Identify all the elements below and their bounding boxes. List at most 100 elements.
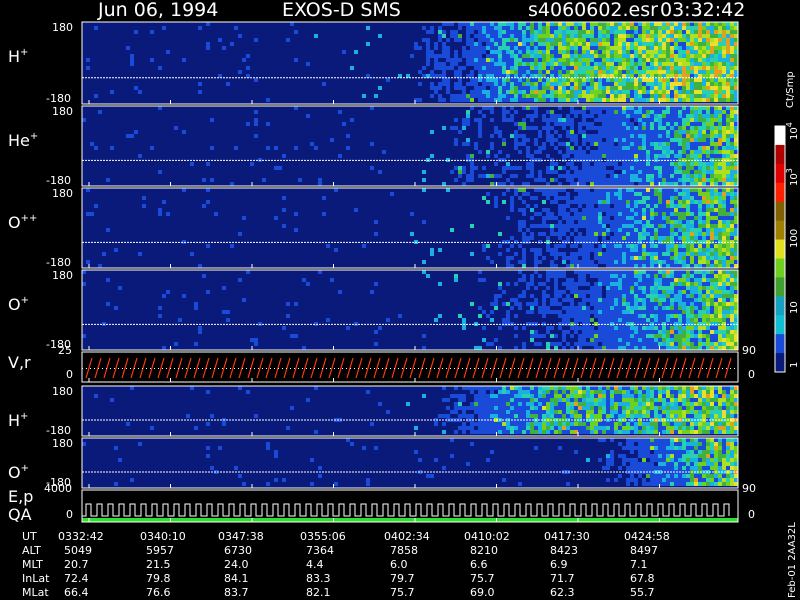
heatmap-cell [578, 34, 582, 38]
heatmap-cell [678, 142, 682, 146]
heatmap-cell [554, 270, 558, 274]
heatmap-cell [606, 208, 610, 212]
heatmap-cell [734, 98, 738, 102]
heatmap-cell [634, 220, 638, 224]
heatmap-cell [646, 342, 650, 346]
heatmap-cell [606, 82, 610, 86]
heatmap-cell [654, 38, 658, 42]
heatmap-cell [630, 38, 634, 42]
heatmap-cell [518, 70, 522, 74]
heatmap-cell [682, 274, 686, 278]
heatmap-cell [682, 282, 686, 286]
heatmap-cell [654, 306, 658, 310]
heatmap-cell [642, 278, 646, 282]
heatmap-cell [602, 118, 606, 122]
heatmap-cell [486, 94, 490, 98]
heatmap-cell [98, 264, 102, 268]
heatmap-cell [478, 54, 482, 58]
heatmap-cell [150, 30, 154, 34]
heatmap-cell [614, 314, 618, 318]
heatmap-cell [586, 94, 590, 98]
heatmap-cell [510, 82, 514, 86]
heatmap-cell [626, 302, 630, 306]
heatmap-cell [534, 62, 538, 66]
heatmap-cell [510, 22, 514, 26]
heatmap-cell [338, 154, 342, 158]
heatmap-cell [502, 402, 506, 406]
heatmap-cell [574, 30, 578, 34]
heatmap-cell [314, 430, 318, 434]
heatmap-cell [538, 170, 542, 174]
heatmap-cell [722, 274, 726, 278]
heatmap-cell [642, 34, 646, 38]
heatmap-cell [574, 26, 578, 30]
heatmap-cell [602, 26, 606, 30]
heatmap-cell [726, 178, 730, 182]
heatmap-cell [578, 178, 582, 182]
heatmap-cell [690, 232, 694, 236]
heatmap-cell [510, 430, 514, 434]
heatmap-cell [626, 298, 630, 302]
heatmap-cell [690, 70, 694, 74]
heatmap-cell [594, 346, 598, 350]
heatmap-cell [566, 122, 570, 126]
heatmap-cell [658, 290, 662, 294]
heatmap-cell [734, 228, 738, 232]
heatmap-cell [582, 314, 586, 318]
heatmap-cell [702, 318, 706, 322]
heatmap-cell [690, 110, 694, 114]
heatmap-cell [666, 86, 670, 90]
panel-4-rtick-top: 90 [742, 344, 756, 357]
heatmap-cell [654, 86, 658, 90]
heatmap-cell [530, 282, 534, 286]
heatmap-cell [530, 162, 534, 166]
heatmap-cell [662, 256, 666, 260]
heatmap-cell [594, 38, 598, 42]
heatmap-cell [614, 232, 618, 236]
heatmap-cell [606, 170, 610, 174]
heatmap-cell [658, 256, 662, 260]
heatmap-cell [618, 314, 622, 318]
heatmap-cell [546, 58, 550, 62]
heatmap-cell [94, 94, 98, 98]
heatmap-cell [622, 170, 626, 174]
heatmap-cell [522, 86, 526, 90]
heatmap-cell [686, 110, 690, 114]
heatmap-cell [582, 62, 586, 66]
heatmap-cell [550, 90, 554, 94]
heatmap-cell [498, 346, 502, 350]
heatmap-cell [578, 326, 582, 330]
heatmap-cell [642, 146, 646, 150]
heatmap-cell [622, 58, 626, 62]
heatmap-cell [722, 126, 726, 130]
heatmap-cell [630, 306, 634, 310]
heatmap-cell [662, 192, 666, 196]
heatmap-cell [566, 314, 570, 318]
panels: H+180-180He+180-180O++180-180O+180-180V,… [8, 21, 756, 524]
heatmap-cell [702, 38, 706, 42]
heatmap-cell [734, 70, 738, 74]
heatmap-cell [510, 114, 514, 118]
heatmap-cell [662, 270, 666, 274]
heatmap-cell [614, 126, 618, 130]
heatmap-cell [642, 290, 646, 294]
heatmap-cell [550, 94, 554, 98]
heatmap-cell [422, 220, 426, 224]
heatmap-cell [518, 398, 522, 402]
heatmap-cell [518, 50, 522, 54]
heatmap-cell [546, 326, 550, 330]
heatmap-cell [626, 182, 630, 186]
heatmap-cell [466, 94, 470, 98]
heatmap-cell [582, 298, 586, 302]
heatmap-cell [642, 248, 646, 252]
heatmap-cell [730, 224, 734, 228]
heatmap-cell [630, 142, 634, 146]
heatmap-cell [654, 342, 658, 346]
heatmap-cell [490, 318, 494, 322]
heatmap-cell [674, 244, 678, 248]
heatmap-cell [514, 22, 518, 26]
heatmap-cell [510, 204, 514, 208]
heatmap-cell [634, 54, 638, 58]
heatmap-cell [662, 338, 666, 342]
panel-0-ion-symbol: H [8, 47, 20, 66]
